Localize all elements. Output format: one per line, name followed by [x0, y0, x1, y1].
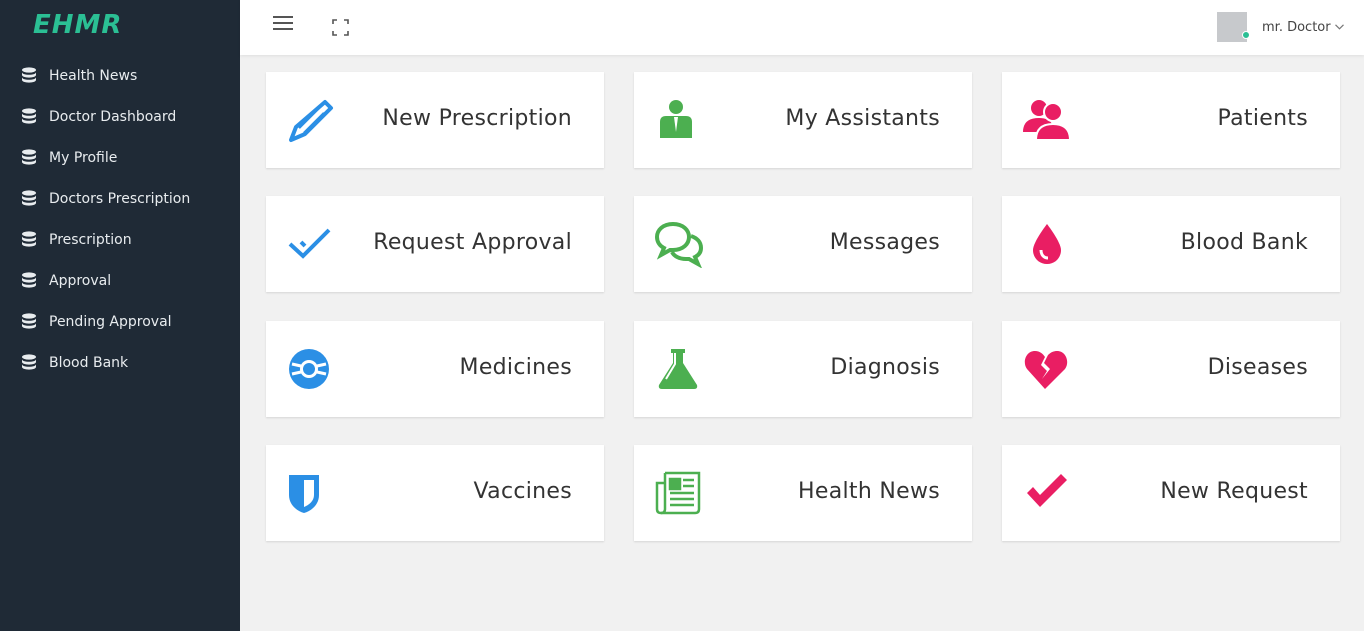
card-my-assistants[interactable]: My Assistants: [634, 72, 972, 168]
sidebar-item-doctors-prescription[interactable]: Doctors Prescription: [0, 178, 240, 219]
sidebar-item-prescription[interactable]: Prescription: [0, 219, 240, 260]
card-new-request[interactable]: New Request: [1002, 445, 1340, 541]
card-label: Medicines: [459, 355, 572, 380]
broken-heart-icon: [1024, 351, 1068, 389]
sidebar-item-my-profile[interactable]: My Profile: [0, 137, 240, 178]
card-patients[interactable]: Patients: [1002, 72, 1340, 168]
sidebar-item-label: Doctor Dashboard: [49, 108, 177, 125]
lifebuoy-icon: [289, 349, 329, 389]
hamburger-icon[interactable]: [273, 15, 293, 31]
user-tie-icon: [660, 100, 692, 138]
shield-icon: [289, 475, 319, 513]
user-menu[interactable]: mr. Doctor: [1204, 12, 1364, 42]
card-label: New Prescription: [382, 106, 572, 131]
double-check-icon: [288, 228, 331, 259]
card-request-approval[interactable]: Request Approval: [266, 196, 604, 292]
pencil-icon: [289, 100, 333, 142]
sidebar-item-label: Doctors Prescription: [49, 190, 191, 207]
sidebar-item-label: Prescription: [49, 231, 132, 248]
sidebar-item-pending-approval[interactable]: Pending Approval: [0, 301, 240, 342]
sidebar-nav: Health News Doctor Dashboard My Profile …: [0, 55, 240, 383]
flask-icon: [658, 349, 698, 389]
sidebar-item-health-news[interactable]: Health News: [0, 55, 240, 96]
card-label: Messages: [829, 230, 940, 255]
blood-drop-icon: [1033, 224, 1061, 264]
card-diseases[interactable]: Diseases: [1002, 321, 1340, 417]
card-blood-bank[interactable]: Blood Bank: [1002, 196, 1340, 292]
card-messages[interactable]: Messages: [634, 196, 972, 292]
sidebar-item-label: Health News: [49, 67, 138, 84]
users-icon: [1023, 100, 1071, 141]
sidebar-item-label: My Profile: [49, 149, 118, 166]
database-icon: [22, 66, 36, 83]
database-icon: [22, 107, 36, 124]
app-logo[interactable]: EHMR: [33, 10, 122, 40]
database-icon: [22, 353, 36, 370]
chat-bubbles-icon: [655, 221, 703, 268]
sidebar-item-label: Pending Approval: [49, 313, 172, 330]
expand-icon[interactable]: [332, 19, 349, 36]
top-bar: mr. Doctor: [240, 0, 1364, 55]
database-icon: [22, 148, 36, 165]
card-diagnosis[interactable]: Diagnosis: [634, 321, 972, 417]
online-status-dot: [1242, 31, 1250, 39]
card-label: New Request: [1160, 479, 1308, 504]
sidebar-item-blood-bank[interactable]: Blood Bank: [0, 342, 240, 383]
sidebar-item-approval[interactable]: Approval: [0, 260, 240, 301]
sidebar: EHMR Health News Doctor Dashboard My Pro…: [0, 0, 240, 631]
database-icon: [22, 271, 36, 288]
card-label: Patients: [1217, 106, 1308, 131]
card-label: Request Approval: [373, 230, 572, 255]
card-health-news[interactable]: Health News: [634, 445, 972, 541]
sidebar-item-label: Approval: [49, 272, 112, 289]
sidebar-item-label: Blood Bank: [49, 354, 129, 371]
sidebar-item-doctor-dashboard[interactable]: Doctor Dashboard: [0, 96, 240, 137]
card-vaccines[interactable]: Vaccines: [266, 445, 604, 541]
card-label: Vaccines: [473, 479, 572, 504]
chevron-down-icon: [1335, 24, 1344, 30]
card-label: Blood Bank: [1180, 230, 1308, 255]
user-name: mr. Doctor: [1262, 20, 1331, 35]
card-label: Diagnosis: [830, 355, 940, 380]
database-icon: [22, 230, 36, 247]
database-icon: [22, 312, 36, 329]
card-label: Health News: [798, 479, 940, 504]
database-icon: [22, 189, 36, 206]
newspaper-icon: [655, 471, 701, 515]
card-label: Diseases: [1207, 355, 1308, 380]
card-new-prescription[interactable]: New Prescription: [266, 72, 604, 168]
checkmark-icon: [1027, 474, 1067, 507]
card-label: My Assistants: [785, 106, 940, 131]
card-medicines[interactable]: Medicines: [266, 321, 604, 417]
